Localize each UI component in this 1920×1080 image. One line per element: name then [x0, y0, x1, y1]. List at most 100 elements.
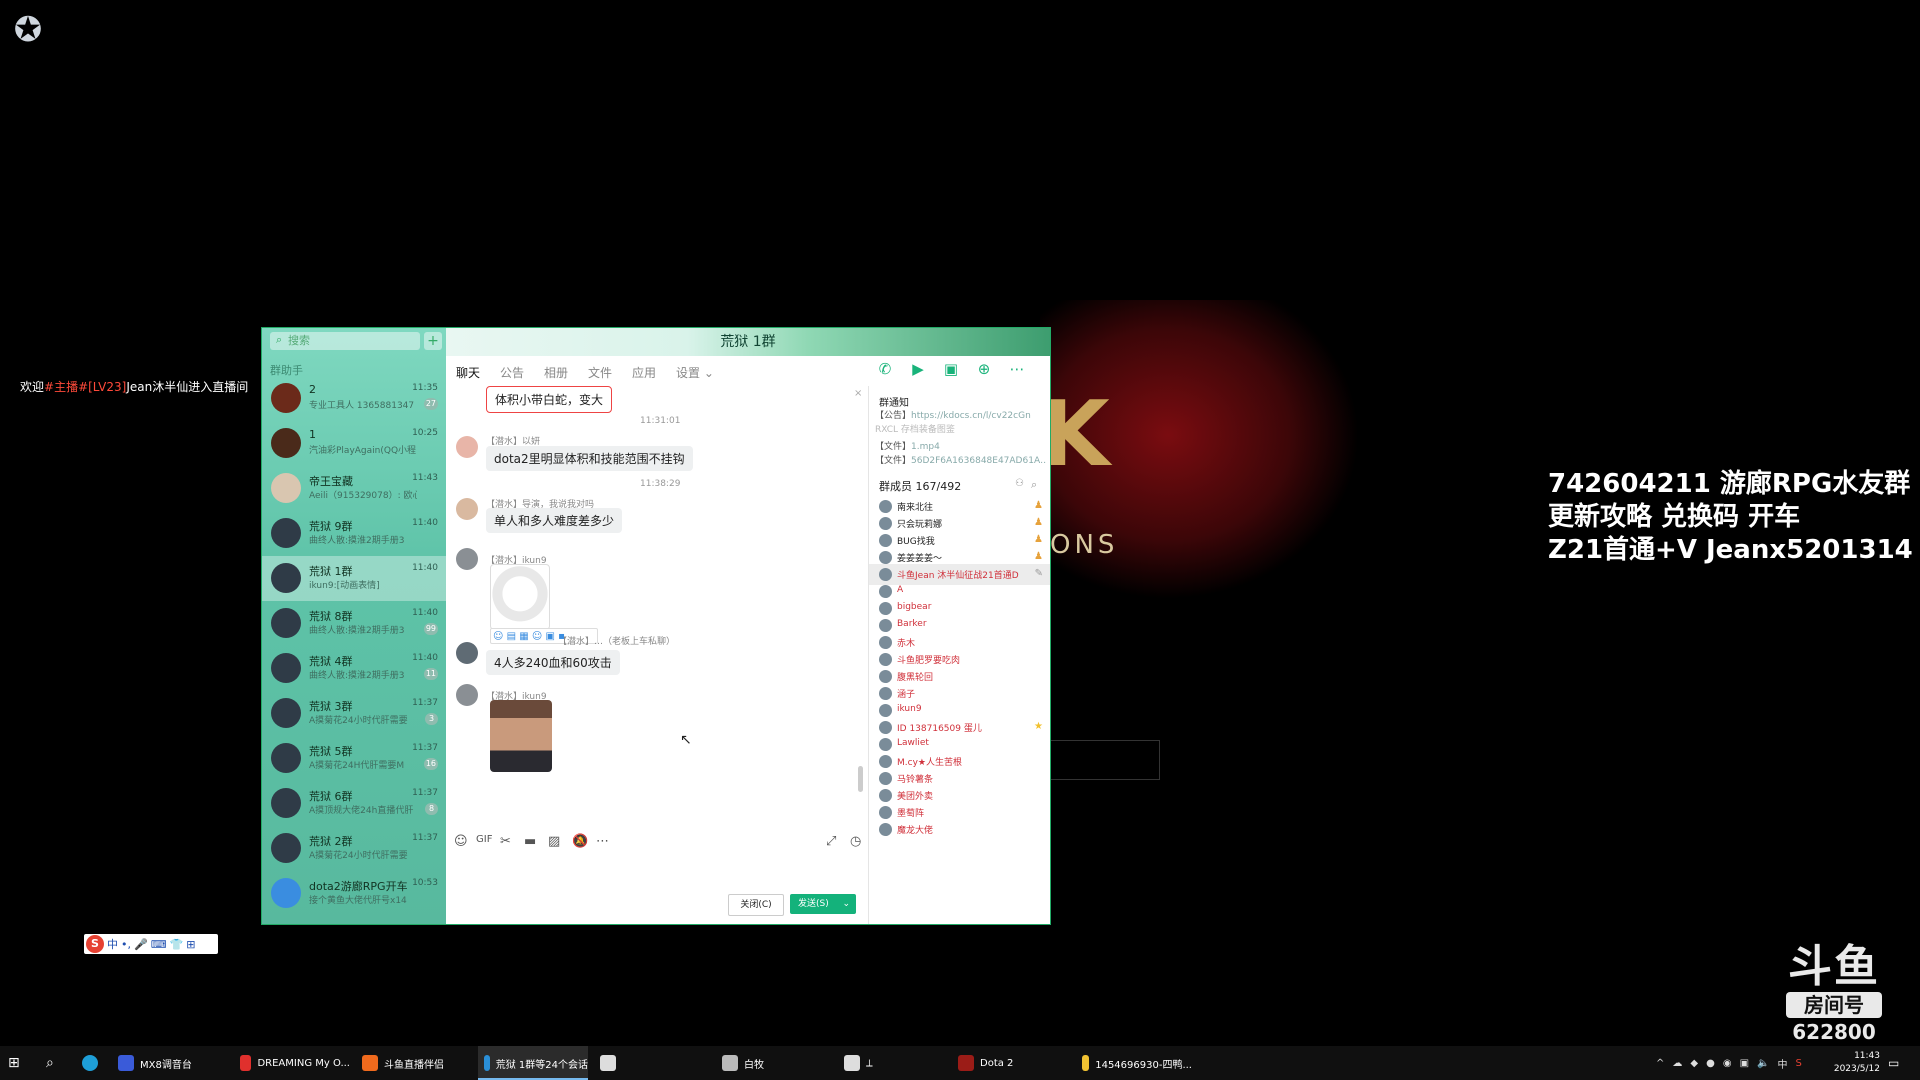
- more-icon[interactable]: ⋯: [1008, 360, 1026, 378]
- avatar: [879, 636, 892, 649]
- photo-image[interactable]: [490, 700, 552, 772]
- notice-file[interactable]: 【文件】56D2F6A1636848E47AD61A…: [875, 453, 1047, 466]
- tray-icon[interactable]: ●: [1706, 1058, 1715, 1069]
- notification-icon[interactable]: ▭: [1888, 1046, 1899, 1080]
- conversation-item[interactable]: 1 汽油彩PlayAgain(QQ小程 10:25: [262, 421, 446, 466]
- avatar[interactable]: [456, 684, 478, 706]
- volume-icon[interactable]: 🔈: [1757, 1058, 1769, 1069]
- tab-files[interactable]: 文件: [588, 364, 612, 381]
- invite-icon[interactable]: ⊕: [975, 360, 993, 378]
- image-icon[interactable]: ▨: [548, 834, 560, 849]
- avatar: [271, 788, 301, 818]
- tray-icon[interactable]: ☁: [1672, 1058, 1682, 1069]
- avatar: [271, 698, 301, 728]
- desktop-app-icon[interactable]: ✪: [6, 8, 50, 52]
- member-name: 斗鱼Jean 沐半仙征战21首通D: [897, 571, 1019, 581]
- mute-icon[interactable]: 🔕: [572, 834, 588, 849]
- taskbar-app[interactable]: MX8调音台: [112, 1046, 228, 1080]
- history-icon[interactable]: ◷: [850, 834, 861, 849]
- phone-icon[interactable]: ✆: [876, 360, 894, 378]
- message-bubble[interactable]: 单人和多人难度差多少: [486, 508, 623, 533]
- taskbar-app[interactable]: 白牧: [716, 1046, 832, 1080]
- edge-icon[interactable]: [82, 1046, 98, 1080]
- message-bubble[interactable]: 4人多240血和60攻击: [486, 650, 620, 675]
- conversation-item[interactable]: 荒狱 9群 曲终人散:摸淮2期手册3 11:40: [262, 511, 446, 556]
- taskbar-app[interactable]: ⟂: [838, 1046, 946, 1080]
- conversation-item[interactable]: 荒狱 3群 A摸菊花24小时代肝需要 11:37 3: [262, 691, 446, 736]
- add-member-icon[interactable]: ⚇: [1015, 478, 1024, 489]
- taskbar-app[interactable]: DREAMING My O...: [234, 1046, 350, 1080]
- notice-file[interactable]: 【文件】1.mp4: [875, 439, 1047, 452]
- edit-icon[interactable]: ✎: [1035, 568, 1043, 579]
- member-name: bigbear: [897, 602, 932, 612]
- room-number: 622800: [1792, 1020, 1876, 1044]
- tray-icon[interactable]: ◆: [1690, 1058, 1698, 1069]
- tray-icon[interactable]: ◉: [1723, 1058, 1732, 1069]
- conversation-item[interactable]: 荒狱 6群 A摸顶规大佬24h直播代肝 11:37 8: [262, 781, 446, 826]
- video-call-icon[interactable]: ▶: [909, 360, 927, 378]
- ime-toolbox-icon[interactable]: ⊞: [186, 938, 195, 951]
- sticker-image[interactable]: [490, 564, 550, 630]
- ime-voice-icon[interactable]: 🎤: [134, 938, 148, 951]
- admin-icon: ♟: [1034, 500, 1043, 511]
- taskbar-app[interactable]: 荒狱 1群等24个会话: [478, 1046, 588, 1080]
- ime-skin-icon[interactable]: 👕: [170, 938, 184, 951]
- avatar[interactable]: [456, 498, 478, 520]
- folder-icon[interactable]: ▬: [524, 834, 536, 849]
- ime-punctuation[interactable]: •,: [121, 938, 131, 951]
- taskbar-app[interactable]: [594, 1046, 710, 1080]
- conversation-item[interactable]: 荒狱 1群 ikun9:[动画表情] 11:40: [262, 556, 446, 601]
- emoji-icon[interactable]: ☺: [454, 834, 468, 849]
- close-button[interactable]: 关闭(C): [728, 894, 784, 916]
- add-button[interactable]: +: [424, 332, 442, 350]
- clock[interactable]: 11:43 2023/5/12: [1834, 1050, 1880, 1076]
- chevron-down-icon[interactable]: ⌄: [842, 894, 850, 914]
- conversation-item[interactable]: 帝王宝藏 Aeili（915329078）: 欧心 11:43: [262, 466, 446, 511]
- tab-apps[interactable]: 应用: [632, 364, 656, 381]
- ime-toolbar[interactable]: S 中 •, 🎤 ⌨ 👕 ⊞: [84, 934, 218, 954]
- conversation-item[interactable]: 荒狱 5群 A摸菊花24H代肝需要M 11:37 16: [262, 736, 446, 781]
- conversation-item[interactable]: 2 专业工具人 1365881347 11:35 27: [262, 376, 446, 421]
- tab-settings[interactable]: 设置 ⌄: [676, 364, 714, 381]
- scissors-icon[interactable]: ✂: [500, 834, 511, 849]
- close-notice-icon[interactable]: ×: [854, 388, 862, 399]
- taskbar-app[interactable]: 1454696930-四鸭...: [1076, 1046, 1192, 1080]
- system-tray[interactable]: ^ ☁ ◆ ● ◉ ▣ 🔈 中 S: [1656, 1046, 1802, 1080]
- message-bubble[interactable]: dota2里明显体积和技能范围不挂钩: [486, 446, 693, 471]
- message-bubble[interactable]: 体积小带白蛇，变大: [486, 386, 613, 413]
- expand-icon[interactable]: ⤢: [826, 834, 836, 849]
- search-members-icon[interactable]: ⌕: [1031, 478, 1037, 492]
- tab-album[interactable]: 相册: [544, 364, 568, 381]
- taskbar-app[interactable]: 斗鱼直播伴侣: [356, 1046, 472, 1080]
- member-item[interactable]: 魔龙大佬: [869, 819, 1050, 840]
- sogou-tray-icon[interactable]: S: [1795, 1058, 1801, 1069]
- avatar[interactable]: [456, 548, 478, 570]
- more-tools-icon[interactable]: ⋯: [596, 834, 609, 849]
- search-input[interactable]: 搜索: [270, 332, 420, 350]
- avatar: [879, 721, 892, 734]
- taskbar-app[interactable]: Dota 2: [952, 1046, 1070, 1080]
- avatar[interactable]: [456, 642, 478, 664]
- conversation-item[interactable]: 荒狱 8群 曲终人散:摸淮2期手册3 11:40 99: [262, 601, 446, 646]
- chevron-up-icon[interactable]: ^: [1656, 1058, 1664, 1069]
- notice-announcement[interactable]: 【公告】https://kdocs.cn/l/cv22cGn: [875, 408, 1047, 421]
- conversation-item[interactable]: 荒狱 2群 A摸菊花24小时代肝需要 11:37: [262, 826, 446, 871]
- gif-icon[interactable]: GIF: [476, 834, 492, 845]
- scrollbar[interactable]: [858, 766, 863, 792]
- send-button[interactable]: 发送(S) ⌄: [790, 894, 856, 914]
- taskbar-app-label: DREAMING My O...: [257, 1057, 350, 1069]
- avatar[interactable]: [456, 436, 478, 458]
- conversation-time: 11:40: [412, 608, 438, 618]
- ime-mode[interactable]: 中: [107, 936, 118, 952]
- tab-announcement[interactable]: 公告: [500, 364, 524, 381]
- search-icon[interactable]: ⌕: [46, 1046, 54, 1080]
- tray-icon[interactable]: ▣: [1740, 1058, 1749, 1069]
- screen-share-icon[interactable]: ▣: [942, 360, 960, 378]
- ime-keyboard-icon[interactable]: ⌨: [151, 938, 167, 951]
- start-button[interactable]: ⊞: [8, 1046, 20, 1080]
- tab-chat[interactable]: 聊天: [456, 364, 481, 388]
- conversation-item[interactable]: 荒狱 4群 曲终人散:摸淮2期手册3 11:40 11: [262, 646, 446, 691]
- ime-indicator[interactable]: 中: [1777, 1056, 1787, 1071]
- conversation-item[interactable]: dota2游廊RPG开车 接个黄鱼大佬代肝号x14 10:53: [262, 871, 446, 916]
- sogou-logo-icon[interactable]: S: [86, 935, 104, 953]
